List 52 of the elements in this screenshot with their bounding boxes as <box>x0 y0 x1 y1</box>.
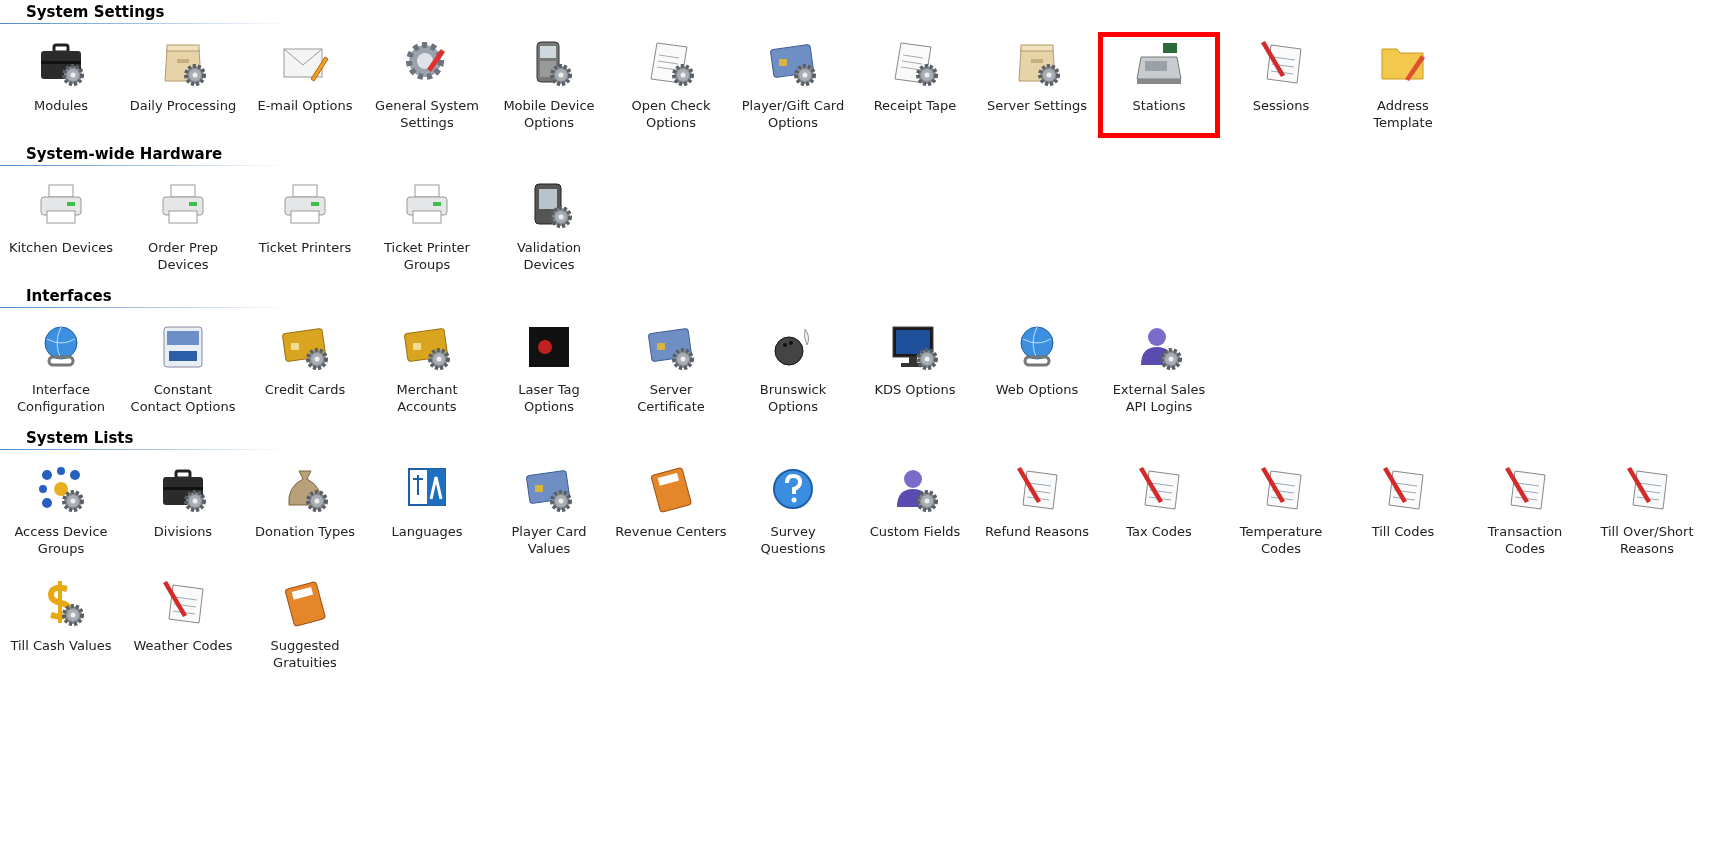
settings-tile[interactable]: Brunswick Options <box>732 316 854 422</box>
settings-tile[interactable]: Access Device Groups <box>0 458 122 564</box>
receipt-icon <box>647 39 695 87</box>
settings-tile[interactable]: Merchant Accounts <box>366 316 488 422</box>
settings-tile[interactable]: Player/Gift Card Options <box>732 32 854 138</box>
settings-tile[interactable]: Constant Contact Options <box>122 316 244 422</box>
monitor-icon <box>891 323 939 371</box>
settings-tile[interactable]: Receipt Tape <box>854 32 976 138</box>
settings-tile[interactable]: Tax Codes <box>1098 458 1220 564</box>
settings-tile[interactable]: Till Codes <box>1342 458 1464 564</box>
settings-tile[interactable]: Revenue Centers <box>610 458 732 564</box>
settings-tile[interactable]: Sessions <box>1220 32 1342 138</box>
settings-tile[interactable]: Player Card Values <box>488 458 610 564</box>
settings-tile[interactable]: Kitchen Devices <box>0 174 122 280</box>
settings-tile[interactable]: Daily Processing <box>122 32 244 138</box>
settings-tile[interactable]: External Sales API Logins <box>1098 316 1220 422</box>
section-heading: System-wide Hardware <box>0 143 288 166</box>
settings-tile[interactable]: Till Cash Values <box>0 572 122 678</box>
settings-tile[interactable]: Refund Reasons <box>976 458 1098 564</box>
settings-tile[interactable]: Temperature Codes <box>1220 458 1342 564</box>
settings-tile[interactable]: Order Prep Devices <box>122 174 244 280</box>
settings-tile[interactable]: Validation Devices <box>488 174 610 280</box>
settings-tile[interactable]: Donation Types <box>244 458 366 564</box>
settings-tile[interactable]: Credit Cards <box>244 316 366 422</box>
settings-tile[interactable]: Stations <box>1098 32 1220 138</box>
section-heading: Interfaces <box>0 285 288 308</box>
settings-tile[interactable]: Custom Fields <box>854 458 976 564</box>
settings-tile[interactable]: KDS Options <box>854 316 976 422</box>
settings-tile[interactable]: General System Settings <box>366 32 488 138</box>
section-heading: System Lists <box>0 427 288 450</box>
settings-tile[interactable]: E-mail Options <box>244 32 366 138</box>
settings-tile[interactable]: Transaction Codes <box>1464 458 1586 564</box>
settings-tile[interactable]: Ticket Printer Groups <box>366 174 488 280</box>
settings-tile[interactable]: Web Options <box>976 316 1098 422</box>
settings-tile[interactable]: Address Template <box>1342 32 1464 138</box>
settings-tile[interactable]: Suggested Gratuities <box>244 572 366 678</box>
settings-tile[interactable]: Server Settings <box>976 32 1098 138</box>
settings-tile[interactable]: Ticket Printers <box>244 174 366 280</box>
settings-tile[interactable]: Server Certificate <box>610 316 732 422</box>
settings-tile[interactable]: Divisions <box>122 458 244 564</box>
settings-tile[interactable]: Interface Configuration <box>0 316 122 422</box>
settings-tile[interactable]: Laser Tag Options <box>488 316 610 422</box>
receipt-icon <box>891 39 939 87</box>
settings-tile[interactable]: Languages <box>366 458 488 564</box>
network-icon <box>37 465 85 513</box>
section-heading: System Settings <box>0 1 288 24</box>
settings-tile[interactable]: Mobile Device Options <box>488 32 610 138</box>
settings-tile[interactable]: Open Check Options <box>610 32 732 138</box>
settings-tile[interactable]: Till Over/Short Reasons <box>1586 458 1708 564</box>
settings-tile[interactable]: Weather Codes <box>122 572 244 678</box>
settings-tile[interactable]: Modules <box>0 32 122 138</box>
settings-tile[interactable]: Survey Questions <box>732 458 854 564</box>
